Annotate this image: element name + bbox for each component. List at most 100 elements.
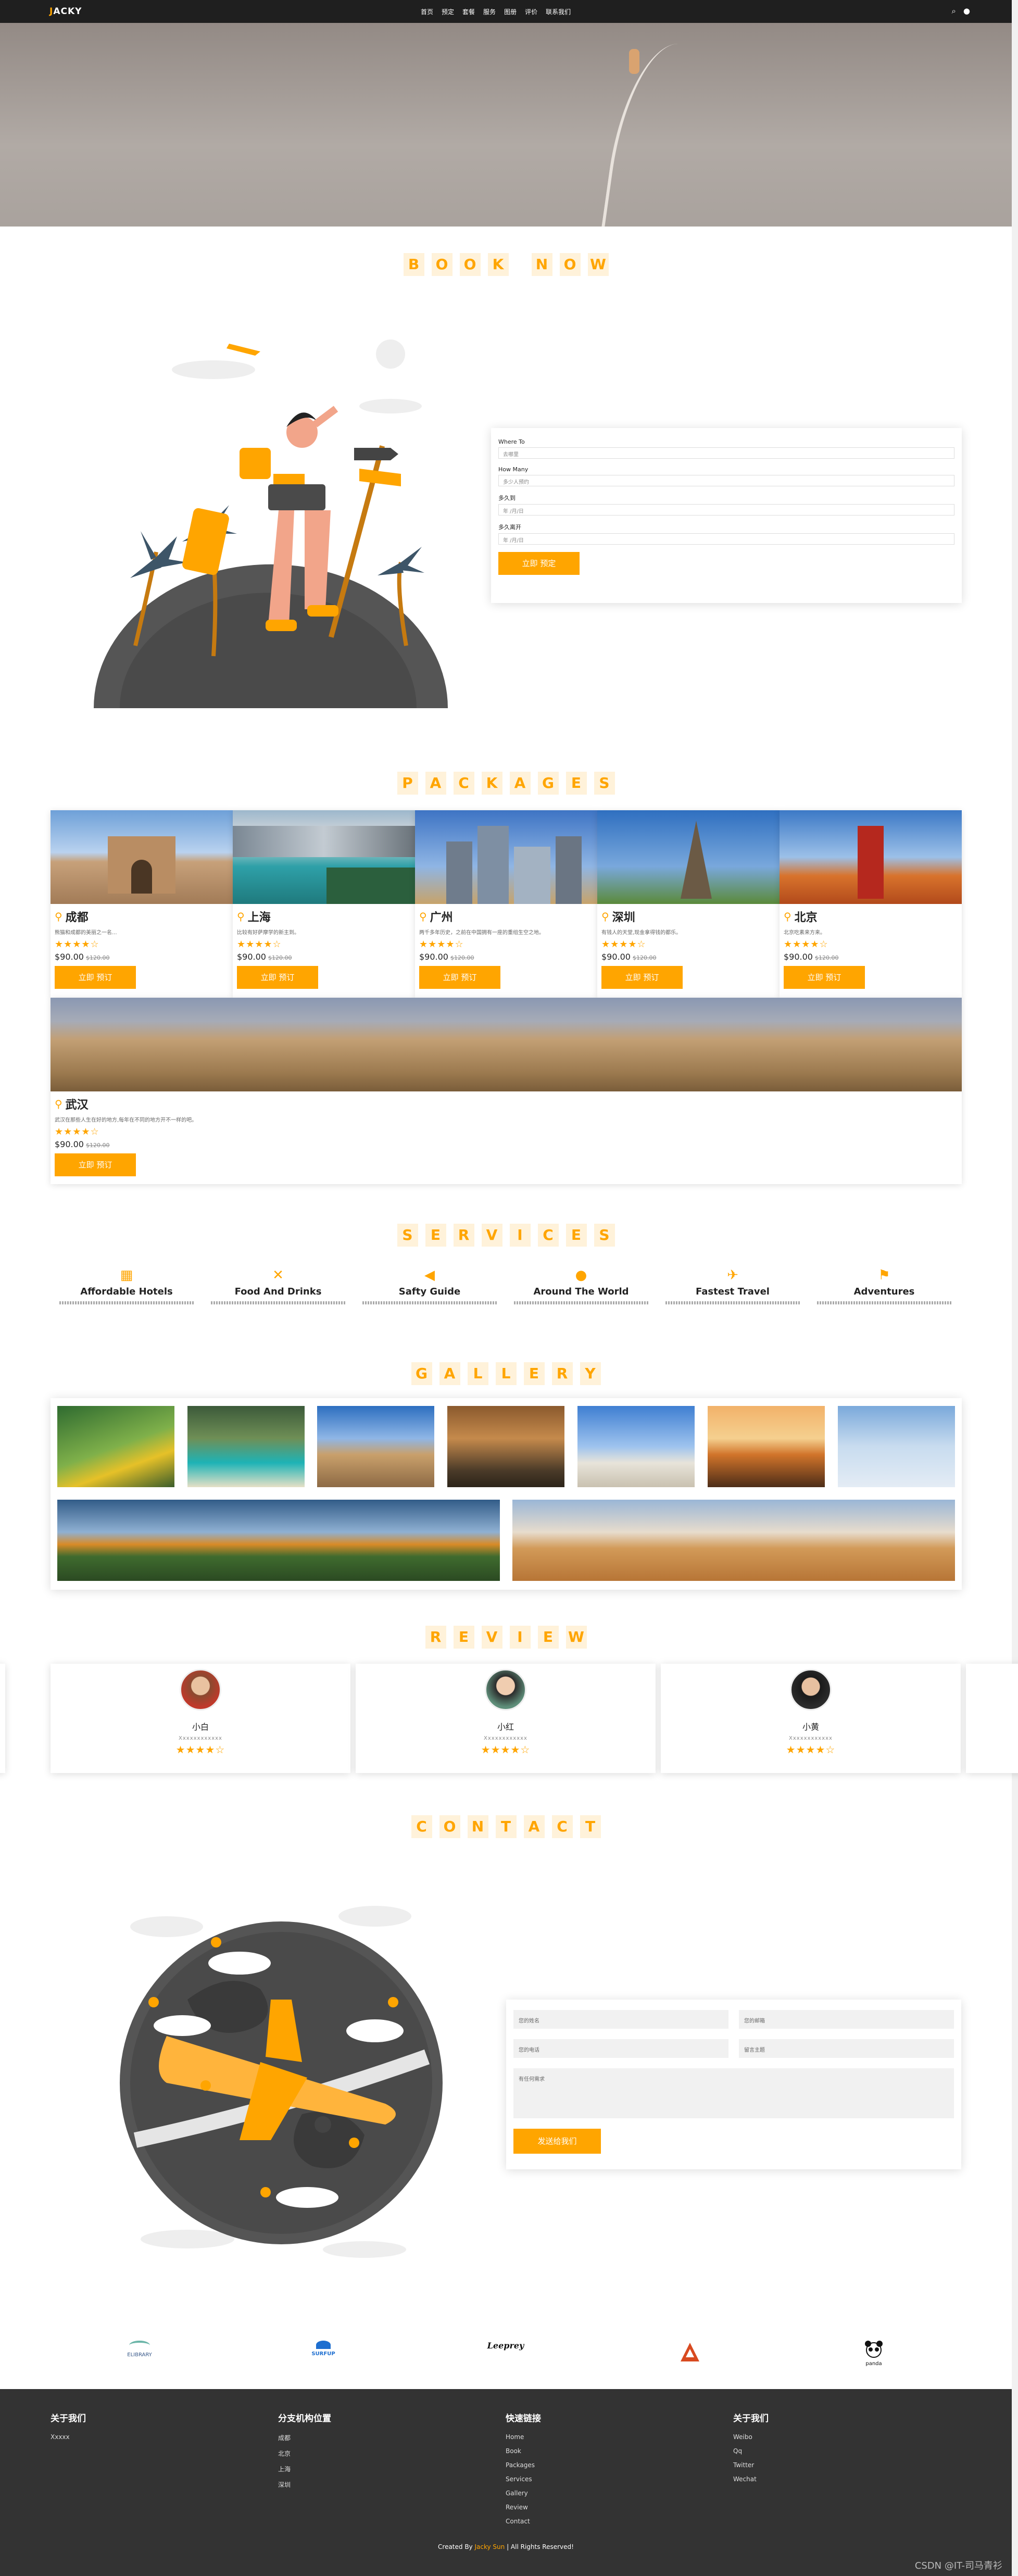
- title-letter: E: [537, 1626, 559, 1649]
- menu-services[interactable]: 服务: [483, 7, 496, 16]
- title-letter: E: [523, 1362, 545, 1385]
- review-card-partial: [0, 1664, 5, 1773]
- package-price: $90.00: [55, 1139, 84, 1149]
- road-line: [601, 44, 700, 227]
- service-around-world[interactable]: ● Around The World: [514, 1267, 648, 1304]
- email-input[interactable]: 您的邮箱: [739, 2010, 954, 2029]
- title-letter: E: [425, 1224, 446, 1247]
- footer-link-home[interactable]: Home: [506, 2433, 541, 2441]
- menu-gallery[interactable]: 图册: [504, 7, 517, 16]
- main-menu: 首页 预定 套餐 服务 图册 评价 联系我们: [421, 0, 571, 23]
- footer-branch[interactable]: 深圳: [278, 2480, 331, 2489]
- subject-input[interactable]: 留言主题: [739, 2039, 954, 2058]
- package-rating: ★★★★☆: [784, 939, 828, 950]
- utensils-icon: ✕: [272, 1267, 284, 1283]
- site-logo[interactable]: JACKY: [49, 6, 82, 17]
- package-rating: ★★★★☆: [601, 939, 646, 950]
- review-rating: ★★★★☆: [481, 1743, 531, 1756]
- leave-date-input[interactable]: 年 /月/日: [498, 533, 954, 545]
- menu-packages[interactable]: 套餐: [462, 7, 475, 16]
- title-letter: N: [467, 1815, 488, 1838]
- service-title: Around The World: [533, 1286, 629, 1297]
- package-old-price: $120.00: [814, 954, 839, 961]
- footer-link-review[interactable]: Review: [506, 2504, 541, 2511]
- footer-branch[interactable]: 成都: [278, 2433, 331, 2442]
- footer-link-contact[interactable]: Contact: [506, 2518, 541, 2525]
- services-section-title: S E R V I C E S: [0, 1224, 1012, 1247]
- author-link[interactable]: Jacky Sun: [474, 2543, 505, 2550]
- gallery-image[interactable]: [447, 1406, 564, 1487]
- footer-link-book[interactable]: Book: [506, 2447, 541, 2455]
- package-old-price: $120.00: [85, 1142, 110, 1149]
- title-letter: V: [481, 1224, 502, 1247]
- menu-contact[interactable]: 联系我们: [546, 7, 571, 16]
- book-package-button[interactable]: 立即 预订: [784, 966, 865, 989]
- plane-icon: ✈: [727, 1267, 738, 1283]
- menu-book[interactable]: 预定: [442, 7, 454, 16]
- hero-banner: [0, 23, 1012, 227]
- menu-review[interactable]: 评价: [525, 7, 537, 16]
- footer-branches: 分支机构位置 成都 北京 上海 深圳: [278, 2414, 331, 2489]
- footer-link-packages[interactable]: Packages: [506, 2461, 541, 2469]
- reviewer-name: 小白: [192, 1722, 209, 1732]
- title-letter: A: [439, 1362, 460, 1385]
- book-package-button[interactable]: 立即 预订: [55, 1153, 136, 1176]
- gallery-image[interactable]: [838, 1406, 955, 1487]
- gallery-image[interactable]: [57, 1500, 500, 1581]
- title-letter: C: [551, 1815, 573, 1838]
- footer-link-qq[interactable]: Qq: [733, 2447, 769, 2455]
- where-label: Where To: [498, 438, 525, 445]
- how-many-label: How Many: [498, 466, 529, 473]
- package-old-price: $120.00: [85, 954, 110, 961]
- footer-link-wechat[interactable]: Wechat: [733, 2476, 769, 2483]
- title-letter: Y: [580, 1362, 601, 1385]
- gallery-image[interactable]: [708, 1406, 825, 1487]
- book-package-button[interactable]: 立即 预订: [601, 966, 683, 989]
- where-input[interactable]: 去哪里: [498, 447, 954, 459]
- gallery-image[interactable]: [187, 1406, 305, 1487]
- footer-branch[interactable]: 北京: [278, 2449, 331, 2458]
- service-food-drinks[interactable]: ✕ Food And Drinks: [211, 1267, 345, 1304]
- search-icon[interactable]: ⌕: [952, 6, 956, 16]
- gallery-image[interactable]: [577, 1406, 695, 1487]
- phone-input[interactable]: 您的电话: [513, 2039, 728, 2058]
- map-pin-icon: ⚲: [55, 910, 62, 923]
- message-textarea[interactable]: 有任何需求: [513, 2068, 954, 2118]
- package-price: $90.00: [784, 952, 813, 962]
- menu-home[interactable]: 首页: [421, 7, 433, 16]
- gallery-image[interactable]: [317, 1406, 434, 1487]
- book-package-button[interactable]: 立即 预订: [237, 966, 318, 989]
- package-desc: 熊猫和成都的美丽之一名...: [55, 930, 117, 936]
- book-package-button[interactable]: 立即 预订: [55, 966, 136, 989]
- book-package-button[interactable]: 立即 预订: [419, 966, 500, 989]
- book-submit-button[interactable]: 立即 预定: [498, 552, 580, 575]
- traveler-illustration: [94, 340, 448, 708]
- footer-link-twitter[interactable]: Twitter: [733, 2461, 769, 2469]
- review-card: 小黄 Xxxxxxxxxxxx ★★★★☆: [661, 1664, 961, 1773]
- arrive-date-input[interactable]: 年 /月/日: [498, 504, 954, 516]
- how-many-input[interactable]: 多少人预约: [498, 475, 954, 486]
- mountain-icon: [681, 2343, 699, 2361]
- package-rating: ★★★★☆: [55, 1126, 99, 1137]
- title-letter: N: [531, 253, 552, 276]
- service-adventures[interactable]: ⚑ Adventures: [817, 1267, 951, 1304]
- name-input[interactable]: 您的姓名: [513, 2010, 728, 2029]
- footer-branch[interactable]: 上海: [278, 2465, 331, 2473]
- gallery-image[interactable]: [512, 1500, 955, 1581]
- contact-submit-button[interactable]: 发送给我们: [513, 2129, 601, 2154]
- service-safety-guide[interactable]: ◀ Safty Guide: [362, 1267, 497, 1304]
- footer-link-services[interactable]: Services: [506, 2476, 541, 2483]
- title-letter: K: [487, 253, 509, 276]
- map-pin-icon: ⚲: [419, 910, 427, 923]
- footer-link-weibo[interactable]: Weibo: [733, 2433, 769, 2441]
- user-icon[interactable]: ●: [963, 6, 970, 16]
- footer-link-gallery[interactable]: Gallery: [506, 2490, 541, 2497]
- package-rating: ★★★★☆: [55, 939, 99, 950]
- gallery-image[interactable]: [57, 1406, 174, 1487]
- service-affordable-hotels[interactable]: ▦ Affordable Hotels: [59, 1267, 194, 1304]
- brand-logo-surfup: SURFUP: [297, 2341, 349, 2357]
- review-card: 小红 Xxxxxxxxxxxx ★★★★☆: [356, 1664, 656, 1773]
- page-scrollbar[interactable]: [1012, 0, 1018, 2576]
- title-letter: B: [403, 253, 424, 276]
- service-fastest-travel[interactable]: ✈ Fastest Travel: [665, 1267, 800, 1304]
